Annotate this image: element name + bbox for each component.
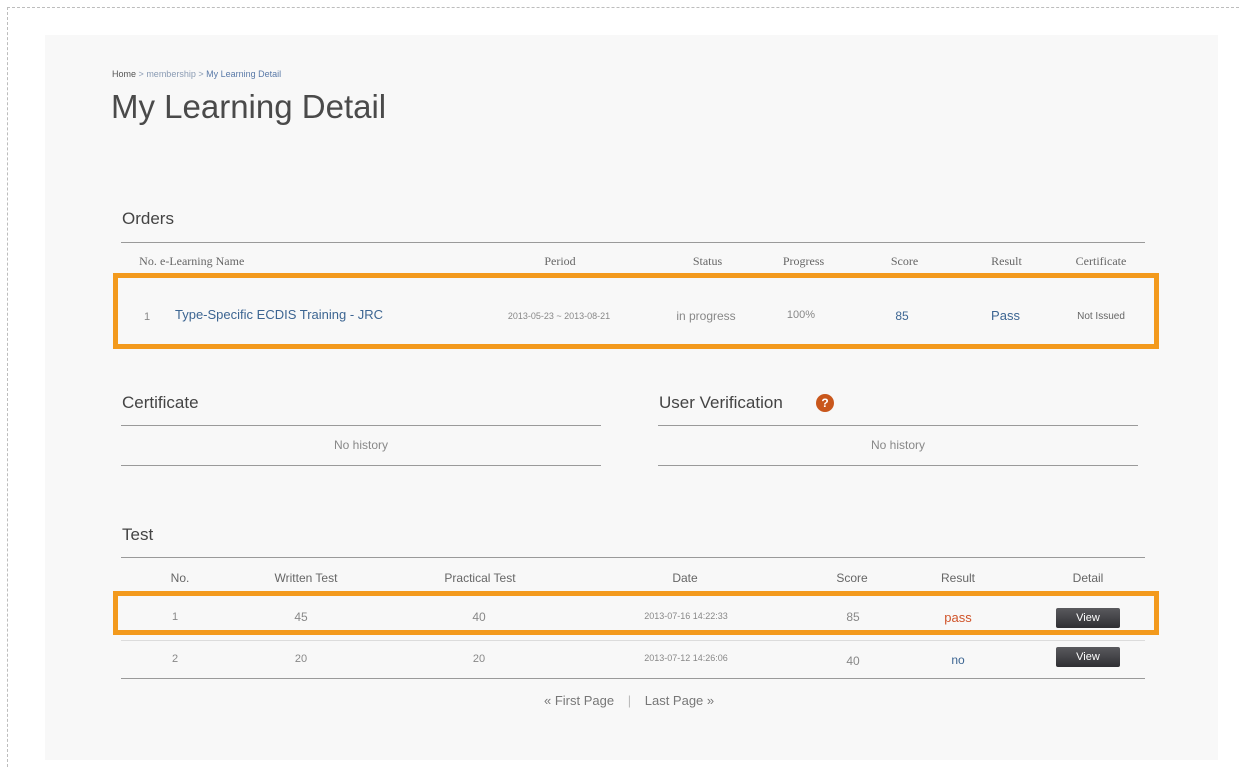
orders-header-period: Period (544, 254, 576, 268)
breadcrumb-home[interactable]: Home (112, 69, 136, 79)
test-cell-result: no (951, 653, 965, 667)
breadcrumb-separator: > (138, 69, 144, 79)
breadcrumb-separator: > (198, 69, 204, 79)
test-cell-score: 40 (846, 654, 860, 668)
breadcrumb-membership[interactable]: membership (146, 69, 196, 79)
test-top-rule (121, 557, 1145, 558)
highlight-box-orders (113, 273, 1159, 349)
test-header-written: Written Test (274, 571, 338, 585)
table-row: 2 20 20 2013-07-12 14:26:06 40 no (121, 641, 1145, 677)
test-cell-written: 20 (294, 653, 308, 665)
test-header-score: Score (836, 571, 868, 585)
certificate-bottom-rule (121, 465, 601, 466)
orders-top-rule (121, 242, 1145, 243)
test-cell-no: 2 (171, 653, 179, 665)
user-verification-title: User Verification (659, 393, 783, 412)
view-button[interactable]: View (1056, 647, 1120, 667)
test-title: Test (122, 525, 154, 544)
test-cell-date: 2013-07-12 14:26:06 (644, 653, 728, 663)
orders-header-result: Result (991, 254, 1022, 268)
breadcrumb: Home > membership > My Learning Detail (112, 69, 281, 79)
breadcrumb-current: My Learning Detail (206, 69, 282, 79)
orders-header-name: e-Learning Name (160, 254, 245, 268)
test-header-date: Date (672, 571, 698, 585)
test-header-practical: Practical Test (444, 571, 516, 585)
certificate-empty-text: No history (333, 438, 389, 452)
test-cell-practical: 20 (472, 653, 486, 665)
highlight-box-test (113, 591, 1159, 635)
pager-separator: | (627, 693, 632, 708)
test-header-detail: Detail (1072, 571, 1104, 585)
test-header-no: No. (170, 571, 190, 585)
user-verification-bottom-rule (658, 465, 1138, 466)
orders-header-progress: Progress (782, 254, 825, 268)
first-page-link[interactable]: « First Page (544, 693, 614, 708)
test-bottom-rule (121, 678, 1145, 679)
orders-header-score: Score (890, 254, 919, 268)
last-page-link[interactable]: Last Page » (645, 693, 714, 708)
certificate-top-rule (121, 425, 601, 426)
user-verification-empty-text: No history (870, 438, 926, 452)
test-header-result: Result (940, 571, 975, 585)
orders-header-certificate: Certificate (1075, 254, 1127, 268)
user-verification-top-rule (658, 425, 1138, 426)
orders-title: Orders (122, 209, 174, 228)
help-icon[interactable]: ? (816, 394, 834, 412)
page-title: My Learning Detail (111, 88, 387, 125)
certificate-title: Certificate (122, 393, 199, 412)
orders-header-status: Status (692, 254, 723, 268)
pager: « First Page | Last Page » (544, 693, 714, 708)
